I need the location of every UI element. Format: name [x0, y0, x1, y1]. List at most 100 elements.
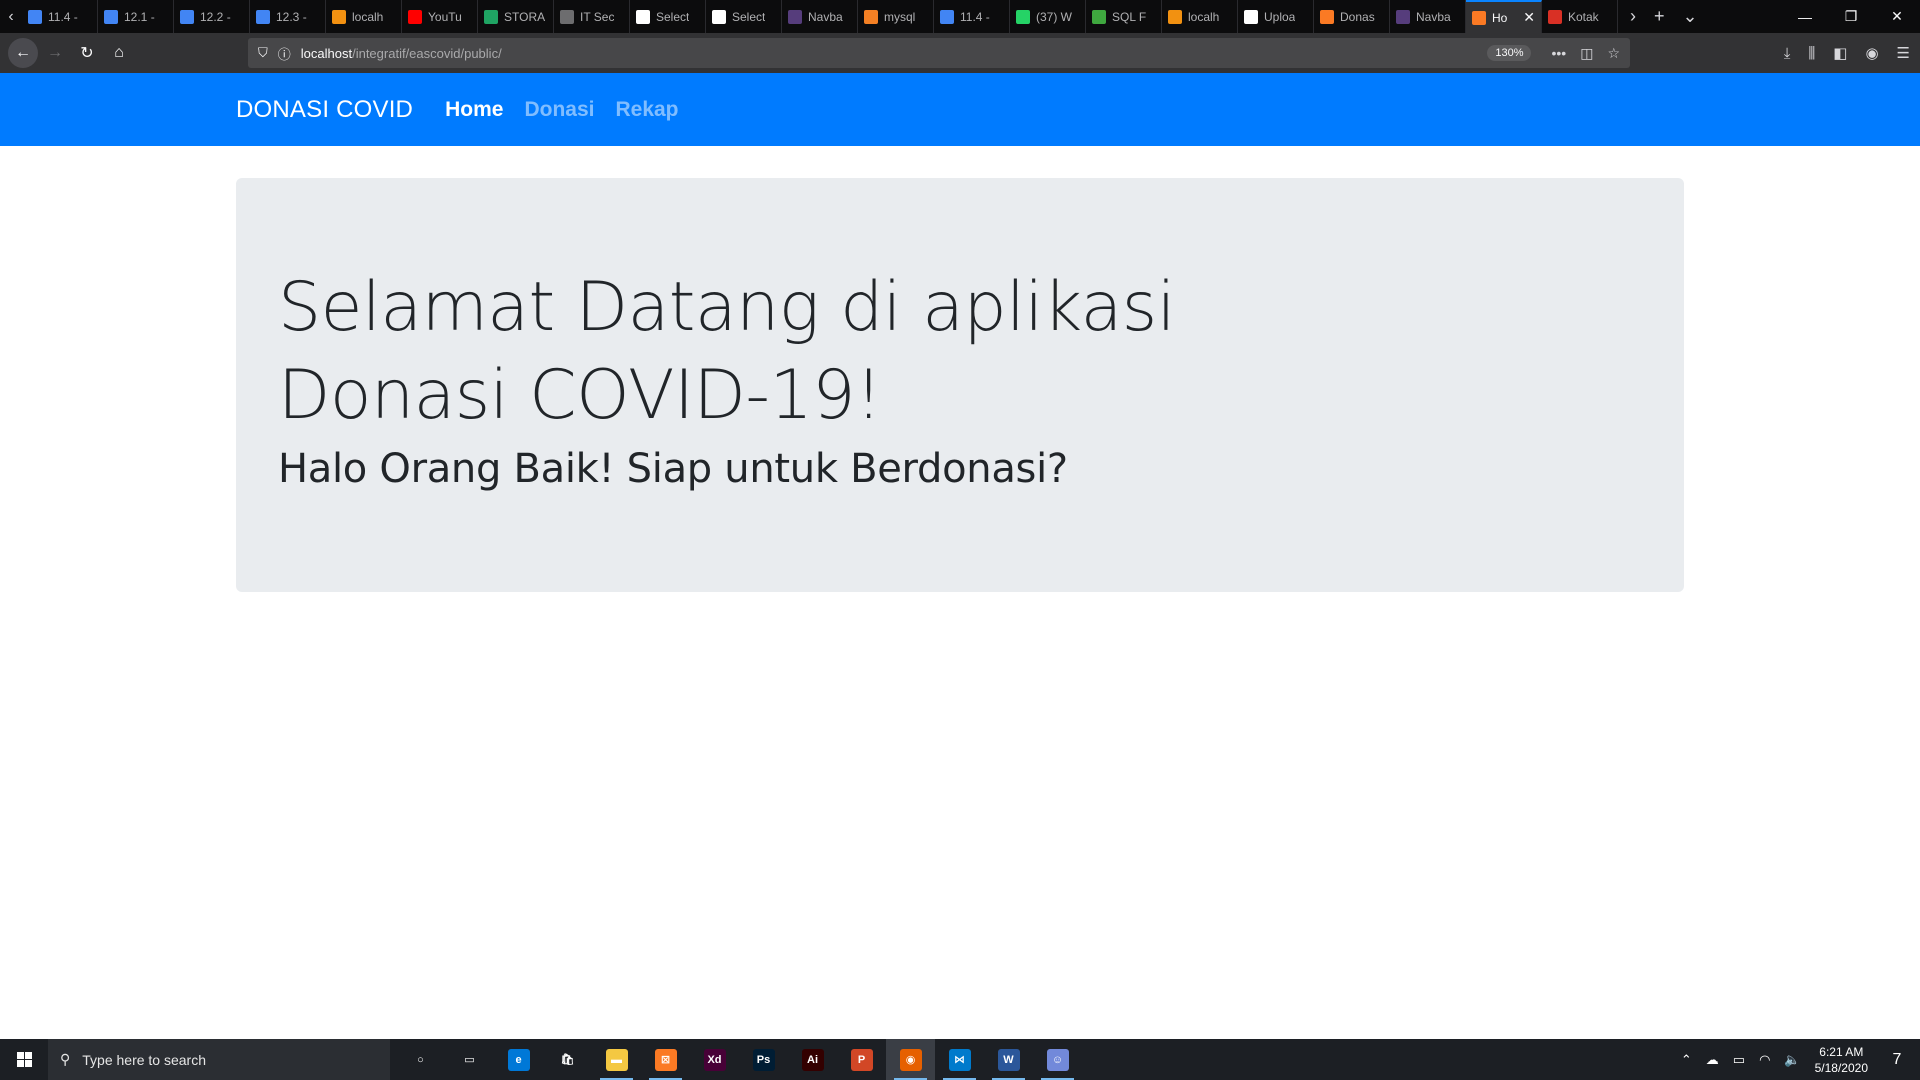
close-tab-icon[interactable]: ✕ — [1523, 9, 1535, 26]
wifi-icon[interactable]: ◠ — [1759, 1052, 1770, 1068]
new-tab-icon[interactable]: + — [1654, 6, 1665, 27]
cortana-icon: ○ — [417, 1053, 424, 1066]
taskbar-app-button[interactable]: e — [494, 1039, 543, 1080]
shield-icon — [560, 9, 574, 24]
show-hidden-icons-icon[interactable]: ⌃ — [1681, 1052, 1692, 1068]
onedrive-icon[interactable]: ☁ — [1706, 1052, 1719, 1068]
word-icon: W — [997, 1048, 1020, 1071]
close-window-icon[interactable]: ✕ — [1874, 0, 1920, 33]
nav-link-home[interactable]: Home — [445, 98, 503, 122]
browser-tab[interactable]: Select — [706, 0, 782, 33]
account-icon[interactable]: ◉ — [1865, 44, 1878, 62]
browser-tab[interactable]: mysql — [858, 0, 934, 33]
list-all-tabs-icon[interactable]: ⌄ — [1683, 6, 1698, 27]
taskbar-app-button[interactable]: ▬ — [592, 1039, 641, 1080]
search-icon: ⚲ — [60, 1051, 71, 1067]
docs-icon — [180, 9, 194, 24]
battery-icon[interactable]: ▭ — [1733, 1052, 1745, 1068]
browser-tab[interactable]: localh — [1162, 0, 1238, 33]
forward-arrow-icon[interactable]: → — [40, 38, 70, 68]
taskbar-search[interactable]: ⚲ Type here to search — [48, 1039, 390, 1080]
browser-tab[interactable]: localh — [326, 0, 402, 33]
tab-list: 11.4 - 12.1 - 12.2 - 12.3 - localh YouTu STORA… — [22, 0, 1618, 33]
url-path: /integratif/eascovid/public/ — [352, 45, 502, 61]
navbar-brand[interactable]: DONASI COVID — [236, 96, 413, 124]
lead-text: Halo Orang Baik! Siap untuk Berdonasi? — [278, 446, 1068, 492]
tab-scroll-right-icon[interactable]: › — [1630, 6, 1636, 27]
browser-tab[interactable]: 11.4 - — [22, 0, 98, 33]
nav-link-rekap[interactable]: Rekap — [615, 98, 678, 122]
home-icon[interactable]: ⌂ — [104, 38, 134, 68]
task-view-icon: ▭ — [464, 1054, 475, 1066]
taskbar-app-button[interactable]: Xd — [690, 1039, 739, 1080]
minimize-icon[interactable]: — — [1782, 0, 1828, 33]
browser-tab[interactable]: IT Sec — [554, 0, 630, 33]
reload-icon[interactable]: ↻ — [72, 38, 102, 68]
tracking-shield-icon[interactable]: ⛉ — [258, 45, 268, 61]
pocket-icon[interactable]: ◫ — [1580, 45, 1593, 62]
taskbar-app-button[interactable]: ◉ — [886, 1039, 935, 1080]
action-center-icon[interactable]: 7 — [1882, 1045, 1912, 1075]
tab-title: Uploa — [1264, 9, 1296, 24]
tab-scroll-left-icon[interactable]: ‹ — [0, 0, 22, 33]
browser-tab[interactable]: (37) W — [1010, 0, 1086, 33]
page-actions-icon[interactable]: ••• — [1551, 45, 1566, 62]
clock[interactable]: 6:21 AM 5/18/2020 — [1815, 1044, 1868, 1076]
tab-title: (37) W — [1036, 9, 1072, 24]
browser-tab[interactable]: YouTu — [402, 0, 478, 33]
browser-tab[interactable]: 11.4 - — [934, 0, 1010, 33]
tab-title: localh — [352, 9, 384, 24]
menu-icon[interactable]: ☰ — [1897, 44, 1910, 62]
browser-tabstrip: ‹ 11.4 - 12.1 - 12.2 - 12.3 - localh YouTu STO… — [0, 0, 1920, 33]
url-bar[interactable]: ⛉ ⓘ localhost/integratif/eascovid/public… — [248, 38, 1630, 68]
volume-icon[interactable]: 🔈 — [1784, 1052, 1800, 1068]
toolbar-right: ⤓ ⫼ ◧ ◉ ☰ — [1784, 38, 1910, 68]
photoshop-icon: Ps — [752, 1048, 775, 1071]
taskbar-app-button[interactable]: P — [837, 1039, 886, 1080]
bookmark-star-icon[interactable]: ☆ — [1607, 45, 1620, 62]
browser-tab[interactable]: SQL F — [1086, 0, 1162, 33]
library-icon[interactable]: ⫼ — [1808, 45, 1815, 62]
taskbar-app-button[interactable]: ○ — [396, 1039, 445, 1080]
tab-title: Kotak — [1568, 9, 1599, 24]
browser-tab[interactable]: 12.3 - — [250, 0, 326, 33]
select-icon — [636, 9, 650, 24]
downloads-icon[interactable]: ⤓ — [1784, 45, 1791, 62]
start-button[interactable] — [0, 1039, 48, 1080]
browser-tab[interactable]: Select — [630, 0, 706, 33]
back-arrow-icon[interactable]: ← — [8, 38, 38, 68]
taskbar-app-button[interactable]: 🛍 — [543, 1039, 592, 1080]
site-info-icon[interactable]: ⓘ — [278, 44, 291, 63]
taskbar-app-button[interactable]: ⋈ — [935, 1039, 984, 1080]
tab-title: STORA — [504, 9, 546, 24]
tab-title: Ho — [1492, 10, 1508, 25]
tab-title: Navba — [808, 9, 843, 24]
nav-link-donasi[interactable]: Donasi — [524, 98, 594, 122]
taskbar-app-button[interactable]: Ai — [788, 1039, 837, 1080]
browser-tab[interactable]: Uploa — [1238, 0, 1314, 33]
taskbar-app-button[interactable]: ⊠ — [641, 1039, 690, 1080]
browser-tab[interactable]: Navba — [782, 0, 858, 33]
windows-taskbar: ⚲ Type here to search ○ ▭ e 🛍 ▬ ⊠ Xd Ps Ai P ◉ ⋈ W ☺ … — [0, 1039, 1920, 1080]
taskbar-app-button[interactable]: ☺ — [1033, 1039, 1082, 1080]
discord-icon: ☺ — [1046, 1048, 1069, 1071]
tabstrip-tools: › + ⌄ — [1630, 6, 1698, 27]
illustrator-icon: Ai — [801, 1048, 824, 1071]
browser-tab[interactable]: Kotak — [1542, 0, 1618, 33]
taskbar-app-button[interactable]: W — [984, 1039, 1033, 1080]
browser-tab[interactable]: Ho ✕ — [1466, 0, 1542, 33]
restore-icon[interactable]: ❐ — [1828, 0, 1874, 33]
browser-tab[interactable]: 12.1 - — [98, 0, 174, 33]
browser-tab[interactable]: Navba — [1390, 0, 1466, 33]
taskbar-app-button[interactable]: ▭ — [445, 1039, 494, 1080]
xampp-icon: ⊠ — [654, 1048, 677, 1071]
bootstrap-icon — [788, 9, 802, 24]
url-text[interactable]: localhost/integratif/eascovid/public/ — [301, 46, 1478, 61]
bootstrap-icon — [1396, 9, 1410, 24]
taskbar-app-button[interactable]: Ps — [739, 1039, 788, 1080]
sidebar-icon[interactable]: ◧ — [1833, 44, 1847, 62]
browser-tab[interactable]: Donas — [1314, 0, 1390, 33]
zoom-level-badge[interactable]: 130% — [1487, 45, 1532, 61]
browser-tab[interactable]: 12.2 - — [174, 0, 250, 33]
browser-tab[interactable]: STORA — [478, 0, 554, 33]
